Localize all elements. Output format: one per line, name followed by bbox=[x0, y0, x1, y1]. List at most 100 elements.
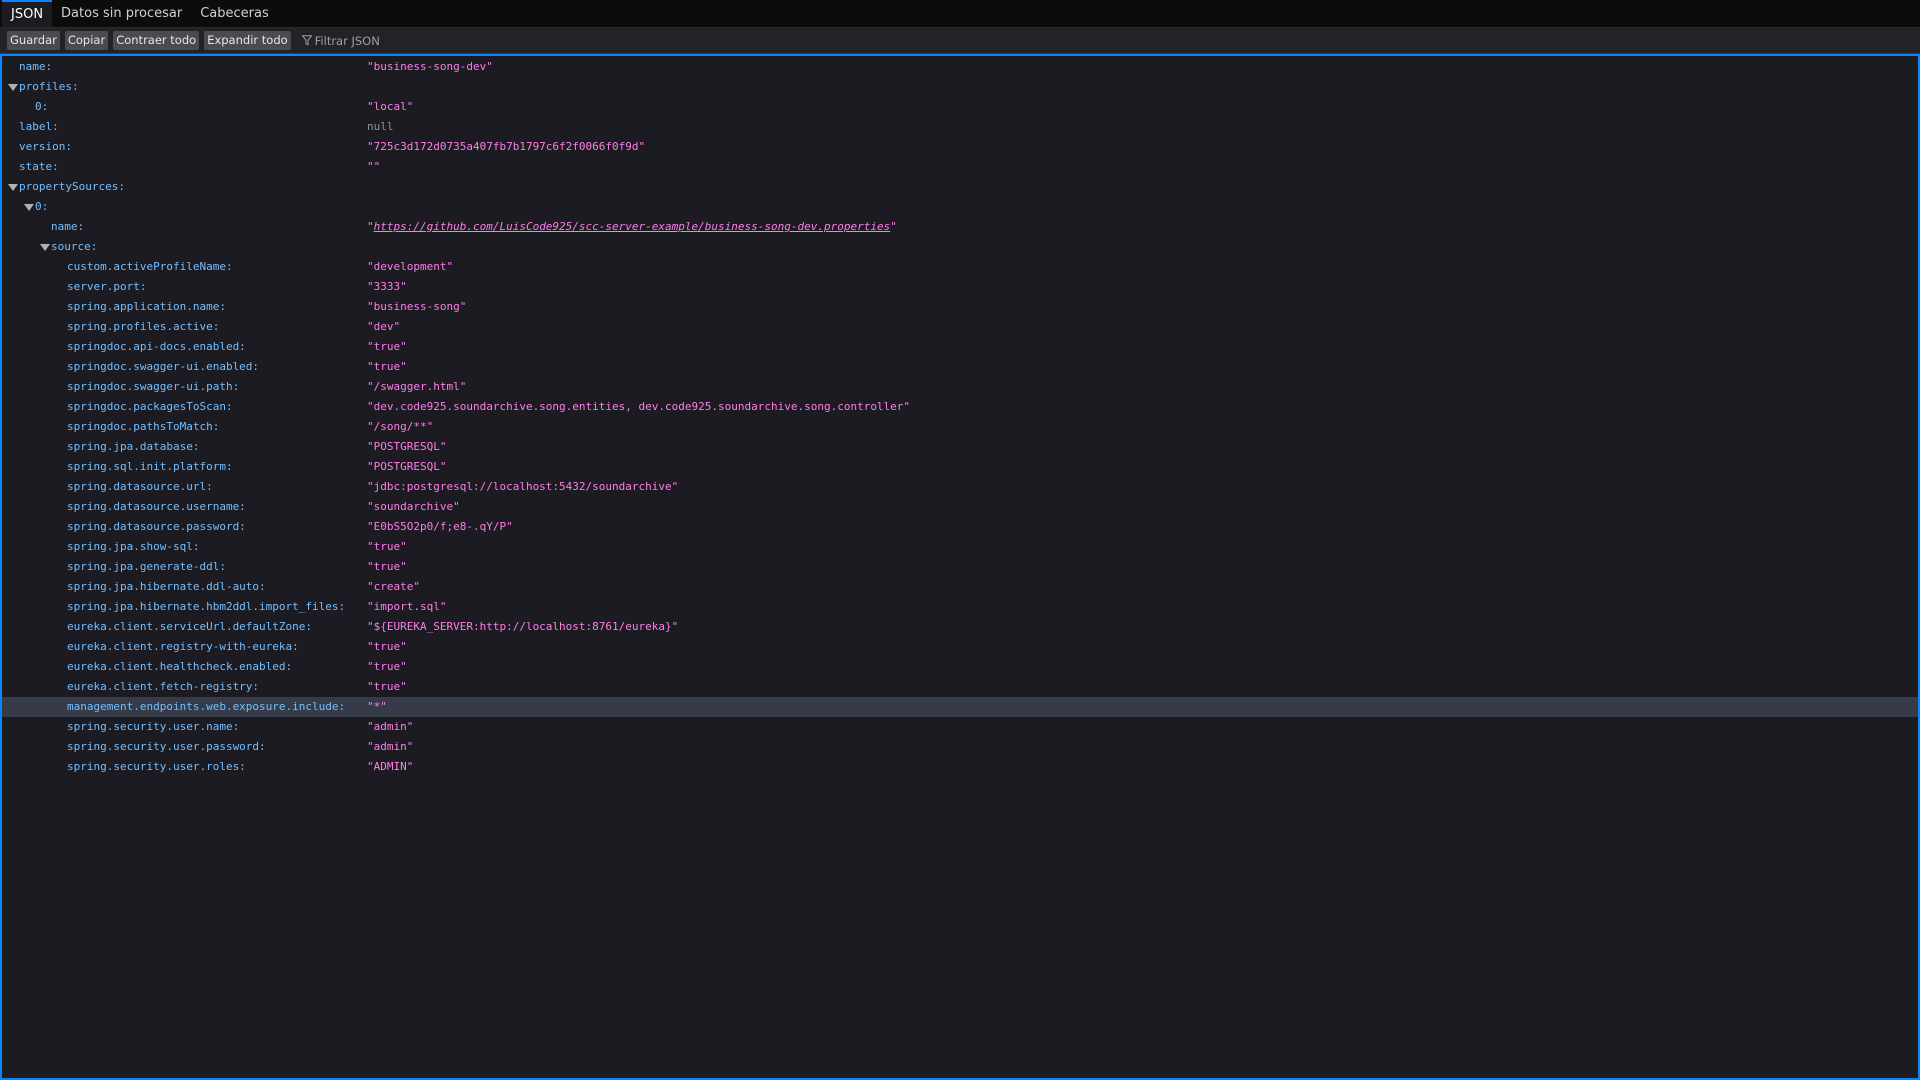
json-key: spring.datasource.password: bbox=[67, 520, 246, 533]
json-key: source: bbox=[51, 240, 98, 253]
tab-raw-data[interactable]: Datos sin procesar bbox=[52, 0, 191, 27]
tree-leaf-row[interactable]: springdoc.swagger-ui.path: "/swagger.html… bbox=[2, 377, 1918, 397]
json-key: propertySources: bbox=[19, 180, 125, 193]
tree-leaf-row[interactable]: spring.application.name: "business-song" bbox=[2, 297, 1918, 317]
tree-leaf-row[interactable]: spring.jpa.generate-ddl: "true" bbox=[2, 557, 1918, 577]
tree-leaf-row[interactable]: eureka.client.fetch-registry: "true" bbox=[2, 677, 1918, 697]
json-string-value: "true" bbox=[367, 560, 407, 573]
json-string-value: "*" bbox=[367, 700, 387, 713]
tree-leaf-row[interactable]: spring.security.user.name: "admin" bbox=[2, 717, 1918, 737]
tree-leaf-row[interactable]: name: "business-song-dev" bbox=[2, 57, 1918, 77]
collapse-all-button[interactable]: Contraer todo bbox=[113, 31, 200, 50]
json-string-value: "ADMIN" bbox=[367, 760, 414, 773]
json-key: spring.jpa.hibernate.ddl-auto: bbox=[67, 580, 266, 593]
tree-node-row[interactable]: profiles: bbox=[2, 77, 1918, 97]
json-key: profiles: bbox=[19, 80, 79, 93]
json-tree-viewer[interactable]: name: "business-song-dev" profiles: 0: "loca… bbox=[0, 54, 1920, 1080]
filter-json-input[interactable] bbox=[311, 33, 515, 48]
tree-leaf-row[interactable]: springdoc.api-docs.enabled: "true" bbox=[2, 337, 1918, 357]
tree-leaf-row[interactable]: springdoc.packagesToScan: "dev.code925.so… bbox=[2, 397, 1918, 417]
json-key: version: bbox=[19, 140, 72, 153]
json-key: eureka.client.fetch-registry: bbox=[67, 680, 260, 693]
json-string-value: "admin" bbox=[367, 740, 414, 753]
json-key: server.port: bbox=[67, 280, 147, 293]
tree-leaf-row[interactable]: springdoc.pathsToMatch: "/song/**" bbox=[2, 417, 1918, 437]
json-string-value: "import.sql" bbox=[367, 600, 447, 613]
tree-node-row[interactable]: propertySources: bbox=[2, 177, 1918, 197]
filter-box bbox=[301, 33, 515, 48]
json-toolbar: Guardar Copiar Contraer todo Expandir to… bbox=[0, 28, 1920, 54]
json-string-value: "true" bbox=[367, 660, 407, 673]
json-key: state: bbox=[19, 160, 59, 173]
json-key: eureka.client.healthcheck.enabled: bbox=[67, 660, 293, 673]
tree-leaf-row[interactable]: spring.security.user.roles: "ADMIN" bbox=[2, 757, 1918, 777]
expand-twisty-icon[interactable] bbox=[8, 84, 18, 91]
tree-node-row[interactable]: source: bbox=[2, 237, 1918, 257]
json-url-link[interactable]: https://github.com/LuisCode925/scc-serve… bbox=[374, 220, 891, 233]
tree-leaf-row[interactable]: version: "725c3d172d0735a407fb7b1797c6f2f… bbox=[2, 137, 1918, 157]
copy-button[interactable]: Copiar bbox=[64, 31, 109, 50]
tree-leaf-row[interactable]: spring.datasource.username: "soundarchive… bbox=[2, 497, 1918, 517]
tree-leaf-row[interactable]: spring.profiles.active: "dev" bbox=[2, 317, 1918, 337]
tree-leaf-row[interactable]: spring.jpa.database: "POSTGRESQL" bbox=[2, 437, 1918, 457]
expand-twisty-icon[interactable] bbox=[24, 204, 34, 211]
json-string-value: "POSTGRESQL" bbox=[367, 440, 447, 453]
json-key: springdoc.api-docs.enabled: bbox=[67, 340, 246, 353]
json-string-value: "business-song" bbox=[367, 300, 467, 313]
json-key: spring.jpa.show-sql: bbox=[67, 540, 200, 553]
tree-leaf-row[interactable]: spring.sql.init.platform: "POSTGRESQL" bbox=[2, 457, 1918, 477]
tab-bar: JSON Datos sin procesar Cabeceras bbox=[0, 0, 1920, 28]
json-key: custom.activeProfileName: bbox=[67, 260, 233, 273]
tree-leaf-row[interactable]: spring.jpa.show-sql: "true" bbox=[2, 537, 1918, 557]
tree-leaf-row[interactable]: 0: "local" bbox=[2, 97, 1918, 117]
tree-leaf-row[interactable]: eureka.client.serviceUrl.defaultZone: "${… bbox=[2, 617, 1918, 637]
json-string-value: "soundarchive" bbox=[367, 500, 460, 513]
json-key: label: bbox=[19, 120, 59, 133]
tree-leaf-row[interactable]: spring.datasource.url: "jdbc:postgresql:/… bbox=[2, 477, 1918, 497]
tree-leaf-row[interactable]: spring.jpa.hibernate.hbm2ddl.import_file… bbox=[2, 597, 1918, 617]
tree-leaf-row[interactable]: server.port: "3333" bbox=[2, 277, 1918, 297]
tree-leaf-row[interactable]: springdoc.swagger-ui.enabled: "true" bbox=[2, 357, 1918, 377]
json-string-value: "E0bS5O2p0/f;e8-.qY/P" bbox=[367, 520, 513, 533]
json-key: 0: bbox=[35, 200, 49, 213]
tree-leaf-row[interactable]: custom.activeProfileName: "development" bbox=[2, 257, 1918, 277]
json-key: name: bbox=[51, 220, 85, 233]
json-key: springdoc.pathsToMatch: bbox=[67, 420, 220, 433]
tab-json[interactable]: JSON bbox=[2, 0, 53, 27]
json-key: spring.security.user.password: bbox=[67, 740, 266, 753]
json-null-value: null bbox=[367, 120, 394, 133]
json-string-value: "business-song-dev" bbox=[367, 60, 493, 73]
json-string-value: "dev" bbox=[367, 320, 401, 333]
json-key: eureka.client.registry-with-eureka: bbox=[67, 640, 299, 653]
tree-leaf-row[interactable]: state: "" bbox=[2, 157, 1918, 177]
json-key: spring.datasource.url: bbox=[67, 480, 213, 493]
tree-leaf-row[interactable]: label: null bbox=[2, 117, 1918, 137]
expand-twisty-icon[interactable] bbox=[40, 244, 50, 251]
json-string-value: "true" bbox=[367, 360, 407, 373]
tree-leaf-row[interactable]: eureka.client.registry-with-eureka: "true… bbox=[2, 637, 1918, 657]
save-button[interactable]: Guardar bbox=[7, 31, 60, 50]
json-key: spring.jpa.generate-ddl: bbox=[67, 560, 226, 573]
tree-leaf-row[interactable]: spring.security.user.password: "admin" bbox=[2, 737, 1918, 757]
json-string-value: "true" bbox=[367, 640, 407, 653]
tree-leaf-row[interactable]: name: "https://github.com/LuisCode925/scc… bbox=[2, 217, 1918, 237]
json-string-value: "dev.code925.soundarchive.song.entities,… bbox=[367, 400, 911, 413]
tab-headers[interactable]: Cabeceras bbox=[191, 0, 278, 27]
expand-all-button[interactable]: Expandir todo bbox=[204, 31, 291, 50]
tree-node-row[interactable]: 0: bbox=[2, 197, 1918, 217]
json-key: 0: bbox=[35, 100, 49, 113]
tree-leaf-row[interactable]: eureka.client.healthcheck.enabled: "true" bbox=[2, 657, 1918, 677]
json-key: name: bbox=[19, 60, 53, 73]
tree-leaf-row[interactable]: spring.jpa.hibernate.ddl-auto: "create" bbox=[2, 577, 1918, 597]
json-key: spring.jpa.database: bbox=[67, 440, 200, 453]
json-key: eureka.client.serviceUrl.defaultZone: bbox=[67, 620, 313, 633]
json-key: spring.profiles.active: bbox=[67, 320, 220, 333]
tree-leaf-row[interactable]: management.endpoints.web.exposure.includ… bbox=[2, 697, 1918, 717]
json-key: spring.security.user.roles: bbox=[67, 760, 246, 773]
json-string-value: "725c3d172d0735a407fb7b1797c6f2f0066f0f9… bbox=[367, 140, 646, 153]
tree-leaf-row[interactable]: spring.datasource.password: "E0bS5O2p0/f;… bbox=[2, 517, 1918, 537]
json-string-value: "true" bbox=[367, 540, 407, 553]
filter-icon bbox=[301, 35, 312, 46]
expand-twisty-icon[interactable] bbox=[8, 184, 18, 191]
json-key: spring.jpa.hibernate.hbm2ddl.import_file… bbox=[67, 600, 346, 613]
